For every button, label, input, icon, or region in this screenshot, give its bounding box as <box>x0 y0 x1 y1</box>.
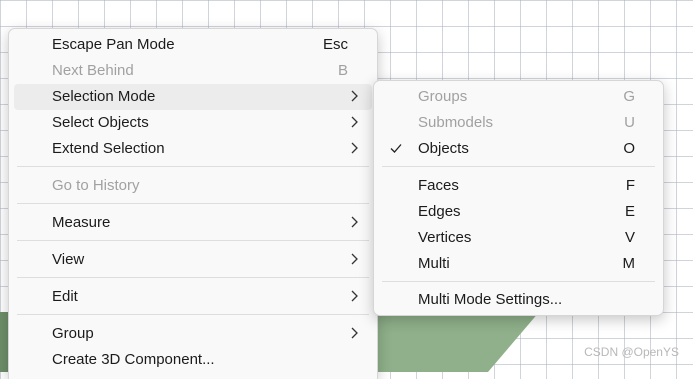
background-model-right <box>376 312 536 372</box>
menu-item-measure[interactable]: Measure <box>14 210 372 236</box>
submenu-item-edges[interactable]: Edges E <box>379 199 658 225</box>
menu-item-label: View <box>52 251 85 268</box>
menu-separator <box>17 314 369 315</box>
menu-item-label: Multi Mode Settings... <box>418 291 563 308</box>
chevron-right-icon <box>351 90 358 102</box>
watermark: CSDN @OpenYS <box>584 345 679 359</box>
menu-item-next-behind: Next Behind B <box>14 58 372 84</box>
menu-item-label: Next Behind <box>52 62 134 79</box>
menu-item-label: Select Objects <box>52 114 149 131</box>
menu-separator <box>17 277 369 278</box>
menu-item-shortcut: F <box>625 177 635 194</box>
chevron-right-icon <box>351 142 358 154</box>
submenu-item-objects[interactable]: Objects O <box>379 136 658 162</box>
menu-item-shortcut: U <box>624 114 635 131</box>
menu-item-shortcut: M <box>622 255 636 272</box>
menu-item-selection-mode[interactable]: Selection Mode <box>14 84 372 110</box>
chevron-right-icon <box>351 253 358 265</box>
menu-item-go-to-history: Go to History <box>14 173 372 199</box>
menu-item-label: Groups <box>418 88 468 105</box>
submenu-item-vertices[interactable]: Vertices V <box>379 225 658 251</box>
submenu-item-submodels: Submodels U <box>379 110 658 136</box>
menu-item-shortcut: G <box>623 88 635 105</box>
menu-item-label: Extend Selection <box>52 140 165 157</box>
menu-item-shortcut: E <box>624 203 635 220</box>
submenu-item-multi[interactable]: Multi M <box>379 251 658 277</box>
submenu-item-groups: Groups G <box>379 84 658 110</box>
menu-item-select-objects[interactable]: Select Objects <box>14 110 372 136</box>
menu-item-escape-pan-mode[interactable]: Escape Pan Mode Esc <box>14 32 372 58</box>
menu-item-label: Edit <box>52 288 78 305</box>
selection-mode-submenu: Groups G Submodels U Objects O Faces F E… <box>373 80 664 316</box>
chevron-right-icon <box>351 327 358 339</box>
menu-item-shortcut: B <box>337 62 348 79</box>
menu-item-view[interactable]: View <box>14 247 372 273</box>
menu-item-label: Objects <box>418 140 469 157</box>
menu-item-shortcut: Esc <box>322 36 348 53</box>
chevron-right-icon <box>351 116 358 128</box>
menu-item-label: Submodels <box>418 114 494 131</box>
context-menu: Escape Pan Mode Esc Next Behind B Select… <box>8 28 378 379</box>
menu-item-shortcut: V <box>624 229 635 246</box>
menu-item-label: Vertices <box>418 229 472 246</box>
menu-item-group[interactable]: Group <box>14 321 372 347</box>
menu-item-label: Multi <box>418 255 450 272</box>
menu-item-label: Create 3D Component... <box>52 351 215 368</box>
menu-separator <box>17 166 369 167</box>
menu-item-label: Faces <box>418 177 459 194</box>
menu-item-extend-selection[interactable]: Extend Selection <box>14 136 372 162</box>
menu-separator <box>382 166 655 167</box>
chevron-right-icon <box>351 216 358 228</box>
menu-item-label: Selection Mode <box>52 88 156 105</box>
submenu-item-faces[interactable]: Faces F <box>379 173 658 199</box>
menu-separator <box>17 240 369 241</box>
menu-separator <box>382 281 655 282</box>
menu-item-label: Group <box>52 325 94 342</box>
menu-item-label: Edges <box>418 203 461 220</box>
menu-item-create-3d-component[interactable]: Create 3D Component... <box>14 347 372 373</box>
menu-item-shortcut: O <box>623 140 635 157</box>
checkmark-icon <box>390 144 402 153</box>
menu-item-label: Go to History <box>52 177 140 194</box>
chevron-right-icon <box>351 290 358 302</box>
menu-item-label: Measure <box>52 214 111 231</box>
menu-item-edit[interactable]: Edit <box>14 284 372 310</box>
menu-item-label: Escape Pan Mode <box>52 36 175 53</box>
submenu-item-multi-mode-settings[interactable]: Multi Mode Settings... <box>379 287 658 313</box>
menu-separator <box>17 203 369 204</box>
